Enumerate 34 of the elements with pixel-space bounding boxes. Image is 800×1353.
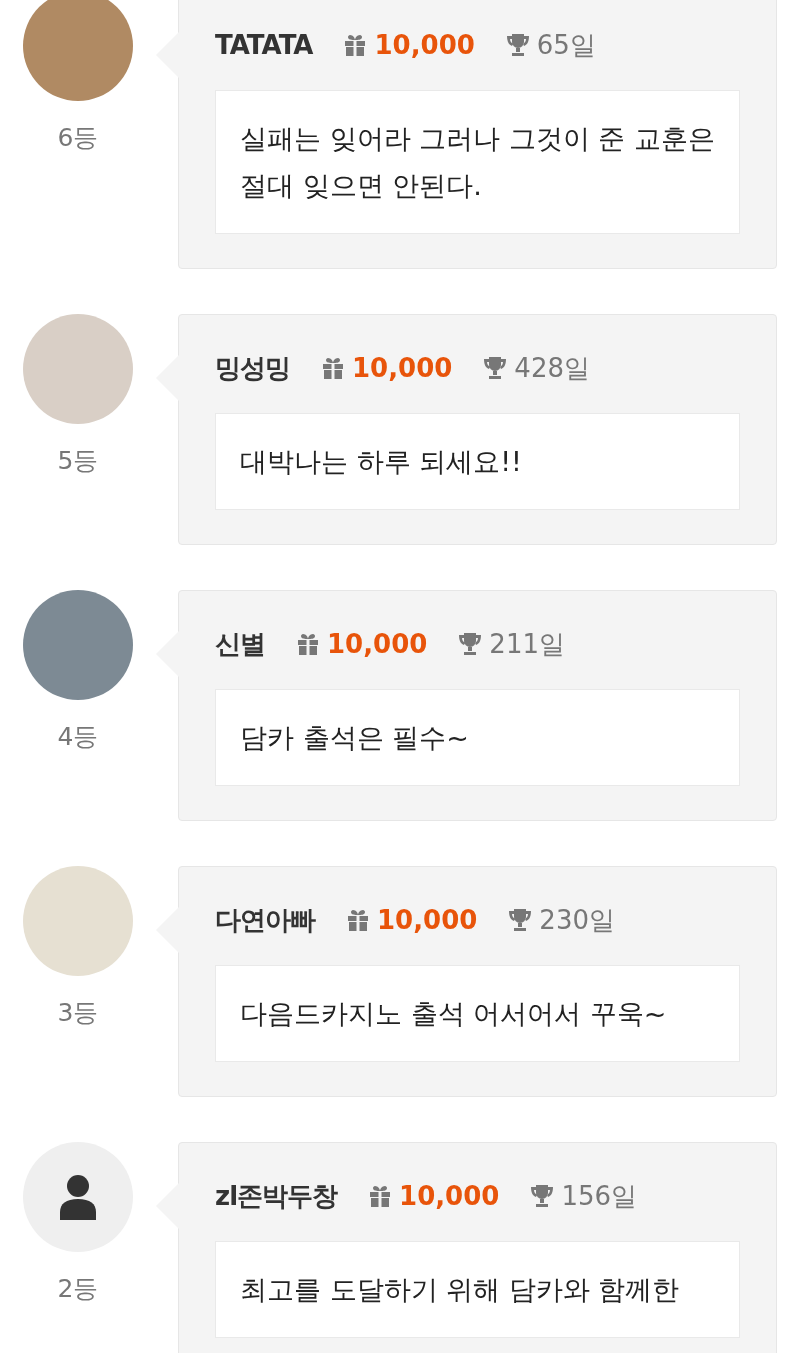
user-name: TATATA bbox=[215, 30, 313, 60]
points-value: 10,000 bbox=[352, 353, 453, 383]
comment-text: 최고를 도달하기 위해 담카와 함께한 bbox=[215, 1241, 740, 1338]
user-name: 밍성밍 bbox=[215, 351, 290, 385]
trophy-icon bbox=[507, 907, 534, 933]
trophy-icon bbox=[457, 631, 484, 657]
user-name: 다연아빠 bbox=[215, 903, 315, 937]
rank-label: 5등 bbox=[57, 445, 99, 477]
trophy-icon bbox=[482, 355, 509, 381]
points-value: 10,000 bbox=[374, 30, 475, 60]
rank-label: 3등 bbox=[57, 997, 99, 1029]
gift-icon bbox=[320, 355, 346, 381]
rank-label: 4등 bbox=[57, 721, 99, 753]
gift-icon bbox=[345, 907, 371, 933]
points-value: 10,000 bbox=[377, 905, 478, 935]
gift-icon bbox=[295, 631, 321, 657]
trophy-icon bbox=[504, 32, 531, 58]
streak-days: 65일 bbox=[536, 27, 596, 63]
comment-text: 담카 출석은 필수~ bbox=[215, 689, 740, 786]
person-icon bbox=[58, 1174, 98, 1220]
user-name: 신별 bbox=[215, 627, 265, 661]
comment-text: 실패는 잊어라 그러나 그것이 준 교훈은 절대 잊으면 안된다. bbox=[215, 90, 740, 234]
rank-label: 2등 bbox=[57, 1273, 99, 1305]
user-name: zl존박두창 bbox=[215, 1179, 338, 1213]
comment-text: 대박나는 하루 되세요!! bbox=[215, 413, 740, 510]
streak-days: 156일 bbox=[561, 1178, 638, 1214]
streak-days: 428일 bbox=[514, 350, 590, 386]
trophy-icon bbox=[529, 1183, 556, 1209]
points-value: 10,000 bbox=[399, 1181, 500, 1211]
streak-days: 211일 bbox=[489, 626, 565, 662]
streak-days: 230일 bbox=[539, 902, 615, 938]
comment-text: 다음드카지노 출석 어서어서 꾸욱~ bbox=[215, 965, 740, 1062]
rank-label: 6등 bbox=[57, 122, 99, 154]
points-value: 10,000 bbox=[327, 629, 428, 659]
